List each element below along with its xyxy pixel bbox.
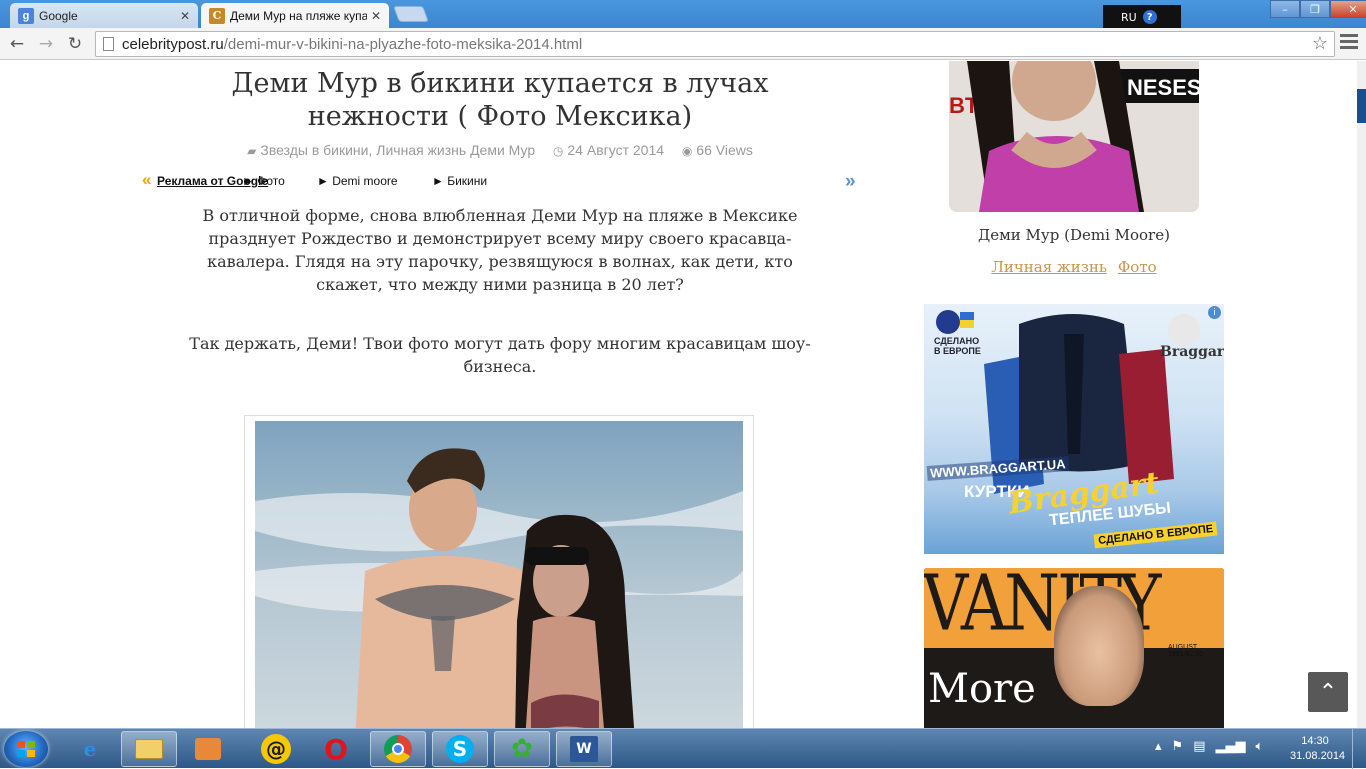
close-window-button[interactable]: ✕	[1330, 0, 1366, 18]
show-desktop-button[interactable]	[1352, 729, 1366, 769]
skype-icon[interactable]: S	[432, 731, 488, 767]
url-host: celebritypost.ru	[122, 35, 224, 53]
prev-arrow-icon[interactable]: «	[142, 170, 151, 190]
page-icon	[103, 37, 114, 51]
folder-icon: ▰	[247, 144, 257, 158]
opera-icon[interactable]: O	[308, 731, 364, 767]
address-bar[interactable]: celebritypost.ru/demi-mur-v-bikini-na-pl…	[95, 31, 1335, 57]
tab-title: Деми Мур на пляже купа	[230, 8, 367, 23]
start-button[interactable]	[4, 731, 48, 767]
action-center-flag-icon[interactable]: ⚑	[1172, 739, 1184, 754]
page-content: Деми Мур в бикини купается в лучах нежно…	[0, 61, 1366, 728]
word-icon[interactable]: W	[556, 731, 612, 767]
ad1-made-in: СДЕЛАНО В ЕВРОПЕ	[934, 336, 981, 356]
close-tab-icon[interactable]: ✕	[180, 9, 190, 23]
url-path: /demi-mur-v-bikini-na-plyazhe-foto-meksi…	[223, 35, 583, 53]
back-icon[interactable]: ←	[6, 33, 28, 55]
ad2-cover-text: More	[928, 666, 1036, 712]
internet-explorer-icon[interactable]: e	[62, 731, 118, 767]
vanity-fair-ad[interactable]: VANITY FAIR AUGUST 1991/$2.50 More	[924, 568, 1224, 728]
tab-title: Google	[39, 8, 78, 23]
media-player-icon[interactable]	[180, 731, 236, 767]
tag-lichnaya-zhizn[interactable]: Личная жизнь	[991, 258, 1107, 276]
taskbar-clock[interactable]: 14:30 31.08.2014	[1290, 734, 1346, 764]
maximize-button[interactable]: ❐	[1300, 0, 1330, 18]
clock-date: 31.08.2014	[1290, 750, 1346, 762]
ad-link-bikini[interactable]: ► Бикини	[432, 174, 487, 188]
article-views: 66 Views	[696, 142, 753, 158]
tab-strip: g Google ✕ C Деми Мур на пляже купа ✕ RU…	[0, 0, 1366, 29]
article-date: 24 Август 2014	[567, 142, 665, 158]
article-paragraph-2: Так держать, Деми! Твои фото могут дать …	[189, 334, 811, 376]
clock-icon: ◷	[552, 144, 564, 158]
scroll-to-top-button[interactable]: ⌃	[1308, 672, 1348, 712]
article-photo-frame	[244, 415, 754, 728]
window-controls: – ❐ ✕	[1270, 0, 1366, 18]
ad1-brand: Braggart	[1160, 344, 1224, 360]
article-meta: ▰ Звезды в бикини, Личная жизнь Деми Мур …	[160, 142, 840, 158]
ad-link-demi-moore[interactable]: ► Demi moore	[317, 174, 398, 188]
article-categories[interactable]: Звезды в бикини, Личная жизнь Деми Мур	[260, 142, 535, 158]
language-bar[interactable]: RU ?	[1103, 5, 1181, 29]
tab-celebritypost[interactable]: C Деми Мур на пляже купа ✕	[201, 3, 389, 28]
ad-info-icon[interactable]: i	[1208, 306, 1221, 319]
scrollbar[interactable]	[1357, 61, 1366, 728]
network-signal-icon[interactable]: ▂▄▆	[1215, 739, 1245, 754]
article-paragraph-1: В отличной форме, снова влюбленная Деми …	[202, 206, 798, 294]
icq-icon[interactable]: ✿	[494, 731, 550, 767]
toolbar: ← → ↻ celebritypost.ru/demi-mur-v-bikini…	[0, 28, 1366, 60]
ad2-cover-portrait	[1054, 586, 1144, 706]
article-photo[interactable]	[255, 421, 743, 728]
ad2-date: AUGUST 1991/$2.50	[1168, 644, 1204, 658]
windows-logo-icon	[17, 741, 35, 757]
close-tab-icon[interactable]: ✕	[371, 9, 381, 23]
google-ad-links: « Реклама от Google ► Фото ► Demi moore …	[142, 170, 862, 193]
help-icon[interactable]: ?	[1142, 10, 1157, 24]
new-tab-button[interactable]	[393, 6, 429, 22]
tab-google[interactable]: g Google ✕	[10, 3, 198, 28]
sidebar-celebrity-photo[interactable]: NESES BT	[949, 61, 1199, 212]
volume-icon[interactable]: 🔈︎	[1255, 739, 1263, 754]
ad-link-foto[interactable]: ► Фото	[242, 174, 285, 188]
google-favicon-icon: g	[18, 7, 34, 24]
tag-foto[interactable]: Фото	[1118, 258, 1157, 276]
article-title: Деми Мур в бикини купается в лучах нежно…	[231, 68, 769, 132]
forward-icon[interactable]: →	[35, 33, 57, 55]
minimize-button[interactable]: –	[1270, 0, 1300, 18]
braggart-ad-banner[interactable]: i СДЕЛАНО В ЕВРОПЕ Braggart WWW.BRAGGART…	[924, 304, 1224, 554]
site-favicon-icon: C	[209, 7, 225, 24]
system-tray: ▴ ⚑ ▤ ▂▄▆ 🔈︎	[1155, 739, 1263, 754]
scrollbar-thumb[interactable]	[1357, 89, 1366, 123]
file-explorer-icon[interactable]	[121, 731, 177, 767]
bookmark-star-icon[interactable]: ☆	[1312, 33, 1328, 54]
next-arrow-icon[interactable]: »	[845, 171, 856, 193]
language-indicator[interactable]: RU	[1121, 11, 1137, 24]
taskbar: e @ O S ✿ W ▴ ⚑ ▤ ▂▄▆ 🔈︎ 14:30 31.08.201…	[0, 728, 1366, 769]
sidebar-photo-banner-text: NESES	[1127, 75, 1199, 100]
sidebar-tags: Личная жизнь Фото	[924, 258, 1224, 276]
reload-icon[interactable]: ↻	[64, 33, 86, 55]
device-icon[interactable]: ▤	[1193, 739, 1205, 754]
tray-expand-icon[interactable]: ▴	[1155, 739, 1162, 754]
clock-time: 14:30	[1301, 735, 1329, 747]
eye-icon: ◉	[681, 144, 693, 158]
menu-icon[interactable]	[1340, 34, 1358, 52]
mail-agent-icon[interactable]: @	[248, 731, 304, 767]
sidebar-photo-caption: Деми Мур (Demi Moore)	[978, 226, 1170, 244]
chrome-icon[interactable]	[370, 731, 426, 767]
